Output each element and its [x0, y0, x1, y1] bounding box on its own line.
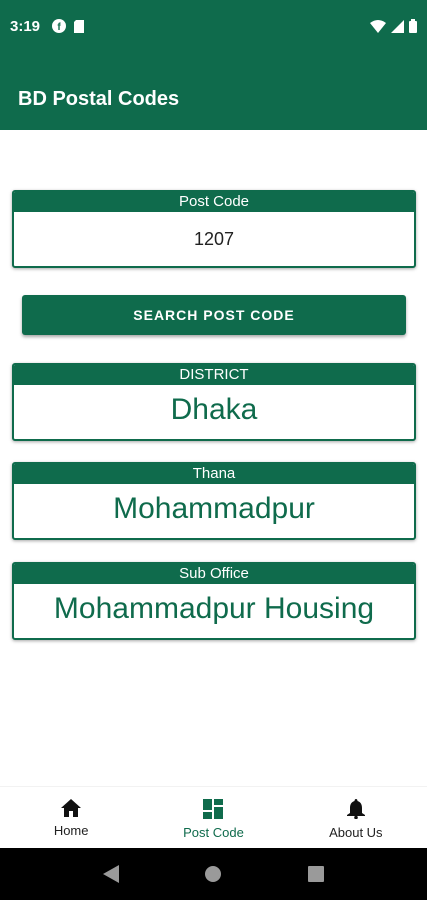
post-code-card: Post Code: [12, 190, 416, 268]
nav-label-post-code: Post Code: [183, 825, 244, 840]
sub-office-value: Mohammadpur Housing: [53, 592, 375, 625]
bottom-nav: Home Post Code About Us: [0, 786, 427, 848]
home-icon: [61, 799, 82, 817]
nav-item-home[interactable]: Home: [0, 787, 142, 848]
thana-label: Thana: [14, 464, 414, 484]
home-circle-icon[interactable]: [204, 865, 222, 883]
nav-label-about-us: About Us: [329, 825, 383, 840]
post-code-label: Post Code: [14, 192, 414, 212]
app-title: BD Postal Codes: [18, 88, 180, 110]
dashboard-icon: [203, 799, 224, 819]
wifi-icon: [370, 19, 386, 33]
app-bar: BD Postal Codes: [0, 56, 427, 130]
system-nav-bar: [0, 848, 427, 900]
nav-item-about-us[interactable]: About Us: [285, 787, 427, 848]
post-code-input[interactable]: [14, 212, 414, 266]
nav-item-post-code[interactable]: Post Code: [142, 787, 284, 848]
sub-office-label: Sub Office: [14, 564, 414, 584]
status-right-icons: [370, 19, 417, 33]
fb-icon: f: [52, 19, 66, 33]
status-time: 3:19: [10, 18, 41, 35]
search-post-code-button[interactable]: SEARCH POST CODE: [22, 295, 406, 335]
district-value: Dhaka: [170, 393, 258, 426]
back-icon[interactable]: [102, 865, 119, 883]
signal-icon: [391, 19, 404, 33]
district-card: DISTRICT Dhaka: [12, 363, 416, 441]
sim-icon: [74, 19, 84, 33]
bell-icon: [346, 799, 365, 819]
thana-card: Thana Mohammadpur: [12, 462, 416, 540]
battery-icon: [409, 19, 417, 33]
sub-office-card: Sub Office Mohammadpur Housing: [12, 562, 416, 640]
status-left-icons: f: [52, 19, 84, 33]
recents-icon[interactable]: [308, 866, 325, 882]
status-bar: 3:19 f: [0, 0, 427, 56]
district-label: DISTRICT: [14, 365, 414, 385]
nav-label-home: Home: [53, 823, 89, 838]
thana-value: Mohammadpur: [113, 492, 315, 525]
